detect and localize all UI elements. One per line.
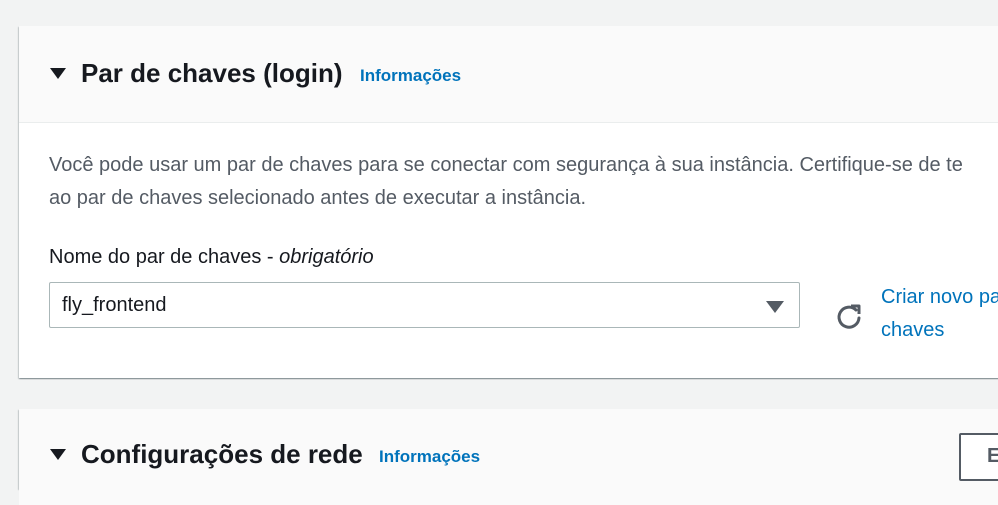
required-marker: obrigatório bbox=[279, 246, 374, 268]
edit-button[interactable]: E bbox=[959, 433, 998, 481]
description-line-2: ao par de chaves selecionado antes de ex… bbox=[49, 187, 587, 209]
network-settings-panel: Configurações de rede Informações E bbox=[19, 409, 998, 505]
create-key-pair-link[interactable]: Criar novo pa chaves bbox=[881, 281, 998, 347]
network-info-link[interactable]: Informações bbox=[379, 447, 480, 467]
network-section-title[interactable]: Configurações de rede bbox=[81, 439, 363, 470]
create-key-pair-link-line-1[interactable]: Criar novo pa bbox=[881, 281, 998, 314]
refresh-icon[interactable] bbox=[834, 301, 864, 331]
key-pair-select-value: fly_frontend bbox=[62, 294, 167, 316]
key-pair-name-label: Nome do par de chaves - obrigatório bbox=[49, 246, 374, 269]
caret-down-icon[interactable] bbox=[50, 68, 66, 79]
key-pair-section-title[interactable]: Par de chaves (login) bbox=[81, 58, 343, 89]
description-line-1: Você pode usar um par de chaves para se … bbox=[49, 154, 963, 176]
network-settings-panel-header[interactable]: Configurações de rede Informações E bbox=[19, 409, 998, 505]
key-pair-name-label-text: Nome do par de chaves - bbox=[49, 246, 280, 268]
caret-down-icon[interactable] bbox=[50, 449, 66, 460]
chevron-down-icon bbox=[766, 301, 784, 313]
key-pair-panel-header[interactable]: Par de chaves (login) Informações bbox=[19, 26, 998, 123]
key-pair-info-link[interactable]: Informações bbox=[360, 66, 461, 86]
key-pair-panel: Par de chaves (login) Informações Você p… bbox=[19, 26, 998, 378]
key-pair-select[interactable]: fly_frontend bbox=[49, 282, 800, 328]
create-key-pair-link-line-2[interactable]: chaves bbox=[881, 314, 998, 347]
key-pair-description: Você pode usar um par de chaves para se … bbox=[49, 149, 998, 215]
